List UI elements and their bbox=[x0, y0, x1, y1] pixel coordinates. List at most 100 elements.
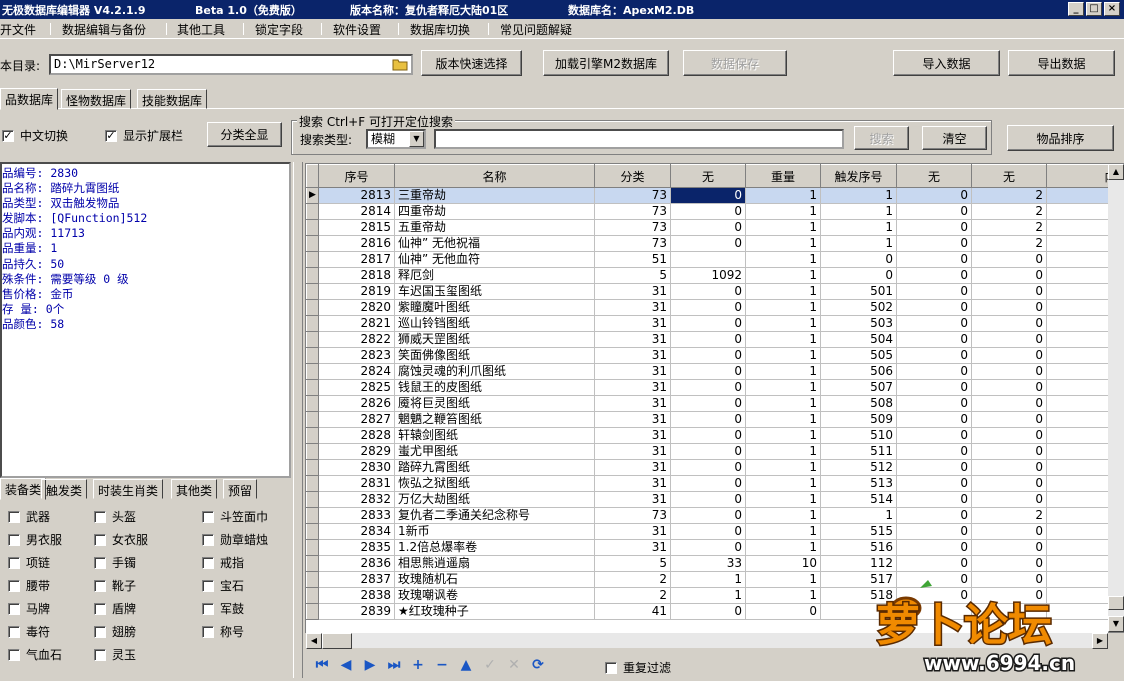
tab-reserved[interactable]: 预留 bbox=[223, 479, 257, 499]
table-cell[interactable]: 31 bbox=[595, 524, 671, 540]
row-indicator[interactable] bbox=[307, 348, 319, 364]
table-cell[interactable]: 笑面佛像图纸 bbox=[395, 348, 595, 364]
table-cell[interactable]: 31 bbox=[595, 540, 671, 556]
import-data-button[interactable]: 导入数据 bbox=[893, 50, 1000, 76]
table-cell[interactable]: 2823 bbox=[319, 348, 395, 364]
table-cell[interactable]: 31 bbox=[595, 444, 671, 460]
table-row[interactable]: 2816仙神” 无他祝福730110212290 bbox=[307, 236, 1124, 252]
category-checkbox[interactable]: 男衣服 bbox=[8, 531, 62, 548]
table-cell[interactable]: 0 bbox=[897, 268, 972, 284]
row-indicator[interactable] bbox=[307, 252, 319, 268]
table-cell[interactable]: 73 bbox=[595, 204, 671, 220]
cancel-icon[interactable]: ✕ bbox=[505, 656, 523, 674]
table-cell[interactable]: 2838 bbox=[319, 588, 395, 604]
table-cell[interactable]: 0 bbox=[897, 460, 972, 476]
next-icon[interactable]: ▶ bbox=[361, 656, 379, 674]
search-button[interactable]: 搜索 bbox=[854, 126, 909, 150]
table-cell[interactable]: 1 bbox=[821, 188, 897, 204]
table-cell[interactable]: 2817 bbox=[319, 252, 395, 268]
table-cell[interactable]: 0 bbox=[972, 476, 1047, 492]
table-cell[interactable]: 1 bbox=[746, 268, 821, 284]
table-cell[interactable]: 1 bbox=[821, 236, 897, 252]
row-indicator[interactable] bbox=[307, 444, 319, 460]
table-cell[interactable]: 501 bbox=[821, 284, 897, 300]
table-cell[interactable]: 钱鼠王的皮图纸 bbox=[395, 380, 595, 396]
table-cell[interactable]: 0 bbox=[897, 284, 972, 300]
row-indicator[interactable] bbox=[307, 380, 319, 396]
row-indicator[interactable] bbox=[307, 492, 319, 508]
table-row[interactable]: 2829蚩尤甲图纸31015110011712 bbox=[307, 444, 1124, 460]
column-header[interactable]: 序号 bbox=[319, 165, 395, 188]
table-cell[interactable]: 1 bbox=[746, 204, 821, 220]
table-cell[interactable]: 仙神” 无他血符 bbox=[395, 252, 595, 268]
row-indicator[interactable] bbox=[307, 524, 319, 540]
column-header[interactable]: 重量 bbox=[746, 165, 821, 188]
table-row[interactable]: 28351.2倍总爆率卷31015160011709 bbox=[307, 540, 1124, 556]
table-cell[interactable]: 505 bbox=[821, 348, 897, 364]
table-row[interactable]: 2822狮威天罡图纸31015040011681 bbox=[307, 332, 1124, 348]
close-button[interactable]: × bbox=[1104, 2, 1120, 16]
table-cell[interactable]: 2831 bbox=[319, 476, 395, 492]
category-checkbox[interactable]: 腰带 bbox=[8, 577, 50, 594]
table-cell[interactable]: 1 bbox=[746, 300, 821, 316]
category-checkbox[interactable]: 马牌 bbox=[8, 600, 50, 617]
table-cell[interactable]: 0 bbox=[897, 476, 972, 492]
table-cell[interactable]: 0 bbox=[671, 604, 746, 620]
table-cell[interactable]: 41 bbox=[595, 604, 671, 620]
table-cell[interactable]: 2815 bbox=[319, 220, 395, 236]
column-header[interactable]: 触发序号 bbox=[821, 165, 897, 188]
table-row[interactable]: 2836相思熊逍遥扇53310112007 bbox=[307, 556, 1124, 572]
table-cell[interactable]: 0 bbox=[972, 428, 1047, 444]
table-cell[interactable]: 0 bbox=[897, 508, 972, 524]
column-header[interactable]: 分类 bbox=[595, 165, 671, 188]
table-cell[interactable]: 0 bbox=[897, 316, 972, 332]
last-icon[interactable]: ⏭ bbox=[385, 656, 403, 674]
table-cell[interactable]: 515 bbox=[821, 524, 897, 540]
table-row[interactable]: ▶2813三重帝劫730110212290 bbox=[307, 188, 1124, 204]
edit-icon[interactable]: ▲ bbox=[457, 656, 475, 674]
table-cell[interactable]: 502 bbox=[821, 300, 897, 316]
table-cell[interactable]: 2 bbox=[972, 236, 1047, 252]
table-cell[interactable]: 2830 bbox=[319, 460, 395, 476]
category-checkbox[interactable]: 勋章蜡烛 bbox=[202, 531, 268, 548]
category-checkbox[interactable]: 武器 bbox=[8, 508, 50, 525]
clear-button[interactable]: 清空 bbox=[922, 126, 987, 150]
table-cell[interactable]: 2 bbox=[972, 204, 1047, 220]
table-cell[interactable]: 1 bbox=[746, 412, 821, 428]
delete-icon[interactable]: − bbox=[433, 656, 451, 674]
table-cell[interactable]: 0 bbox=[897, 220, 972, 236]
table-cell[interactable]: 万亿大劫图纸 bbox=[395, 492, 595, 508]
table-cell[interactable]: 1 bbox=[746, 508, 821, 524]
table-cell[interactable]: 1 bbox=[746, 380, 821, 396]
table-cell[interactable]: ★红玫瑰种子 bbox=[395, 604, 595, 620]
table-cell[interactable]: 31 bbox=[595, 492, 671, 508]
table-cell[interactable]: 1 bbox=[671, 572, 746, 588]
table-cell[interactable]: 踏碎九霄图纸 bbox=[395, 460, 595, 476]
category-checkbox[interactable]: 戒指 bbox=[202, 554, 244, 571]
table-cell[interactable]: 0 bbox=[972, 316, 1047, 332]
table-cell[interactable]: 车迟国玉玺图纸 bbox=[395, 284, 595, 300]
table-cell[interactable]: 0 bbox=[972, 380, 1047, 396]
table-row[interactable]: 2820紫瞳魔叶图纸31015020011679 bbox=[307, 300, 1124, 316]
table-cell[interactable]: 0 bbox=[746, 604, 821, 620]
table-cell[interactable]: 2 bbox=[972, 508, 1047, 524]
table-cell[interactable]: 2818 bbox=[319, 268, 395, 284]
table-cell[interactable]: 2837 bbox=[319, 572, 395, 588]
table-cell[interactable]: 503 bbox=[821, 316, 897, 332]
table-cell[interactable]: 狮威天罡图纸 bbox=[395, 332, 595, 348]
folder-icon[interactable] bbox=[390, 56, 410, 73]
sort-items-button[interactable]: 物品排序 bbox=[1007, 125, 1114, 151]
table-cell[interactable]: 0 bbox=[671, 236, 746, 252]
column-header[interactable]: 无 bbox=[897, 165, 972, 188]
table-cell[interactable]: 2836 bbox=[319, 556, 395, 572]
table-cell[interactable]: 514 bbox=[821, 492, 897, 508]
table-cell[interactable]: 2828 bbox=[319, 428, 395, 444]
category-checkbox[interactable]: 军鼓 bbox=[202, 600, 244, 617]
table-cell[interactable]: 0 bbox=[972, 252, 1047, 268]
table-cell[interactable]: 玫瑰嘲讽卷 bbox=[395, 588, 595, 604]
table-cell[interactable]: 2827 bbox=[319, 412, 395, 428]
table-cell[interactable]: 0 bbox=[897, 348, 972, 364]
table-cell[interactable]: 31 bbox=[595, 364, 671, 380]
table-cell[interactable]: 三重帝劫 bbox=[395, 188, 595, 204]
table-cell[interactable]: 0 bbox=[671, 460, 746, 476]
